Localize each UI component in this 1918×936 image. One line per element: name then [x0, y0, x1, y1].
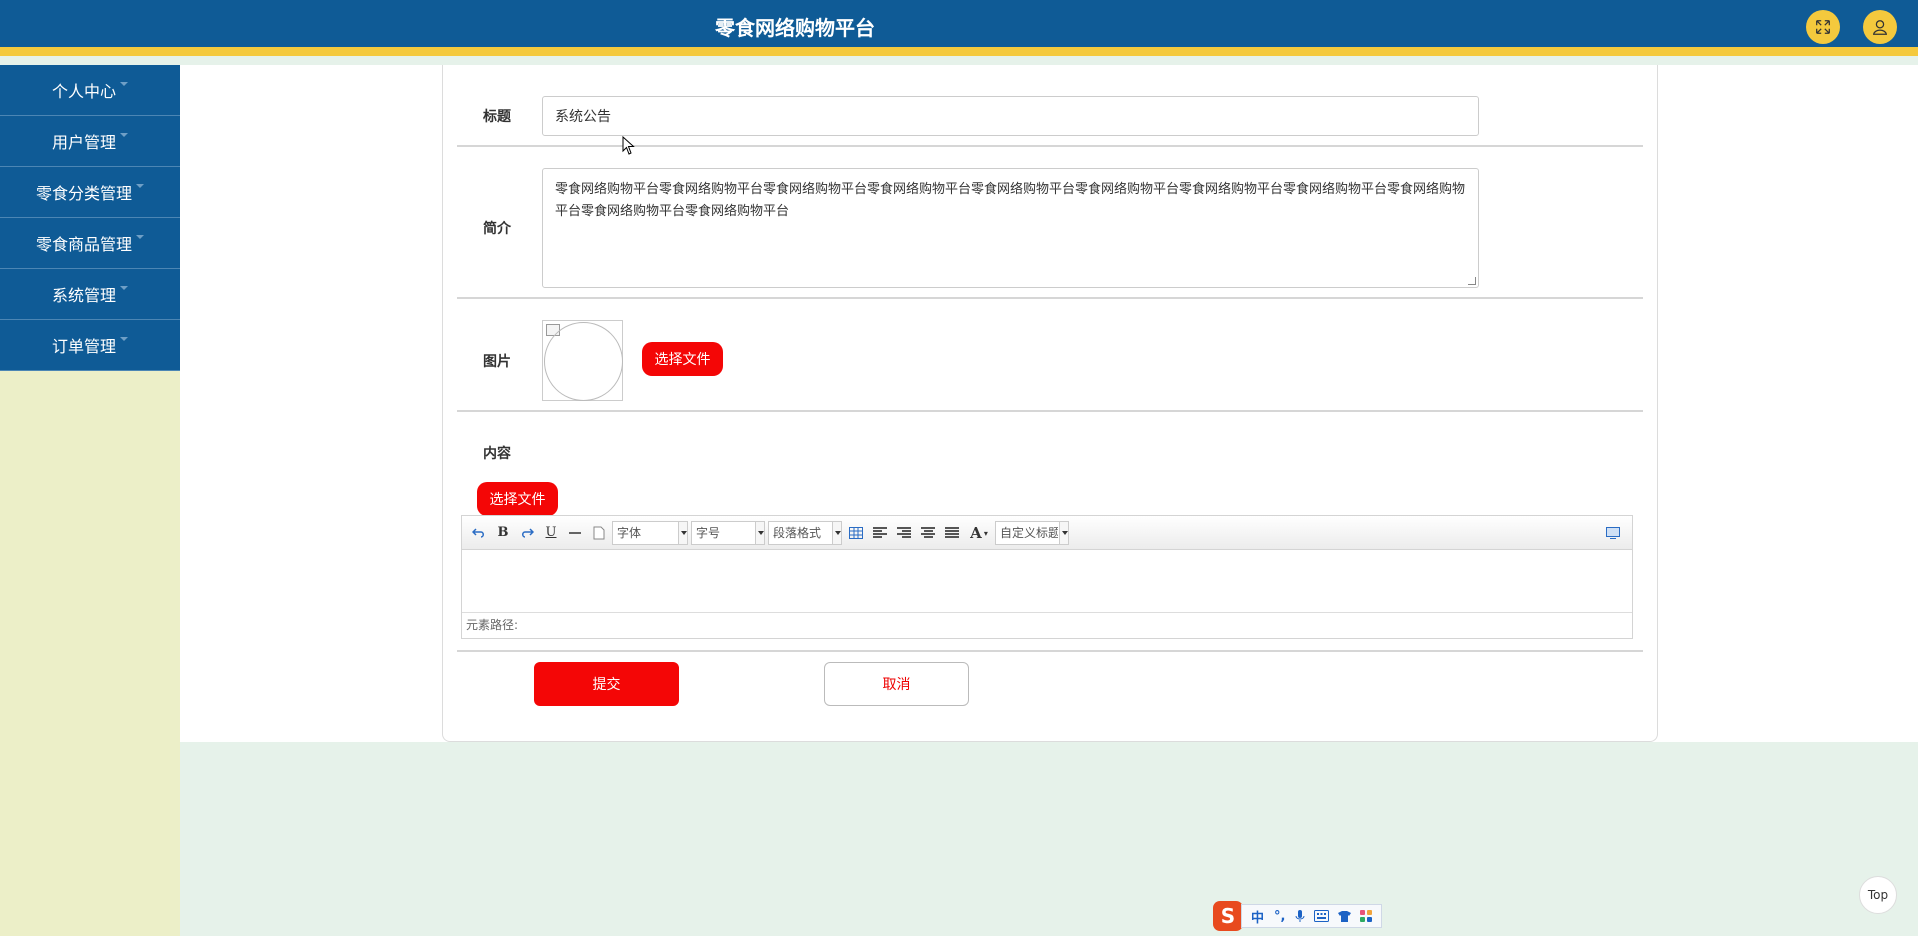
bold-icon[interactable]: B	[492, 522, 514, 544]
sidebar: 个人中心 用户管理 零食分类管理 零食商品管理 系统管理 订单管理	[0, 65, 180, 936]
content-choose-file-button[interactable]: 选择文件	[477, 482, 558, 516]
divider	[457, 650, 1643, 652]
submit-button[interactable]: 提交	[534, 662, 679, 706]
choose-file-button[interactable]: 选择文件	[642, 342, 723, 376]
title-label: 标题	[483, 109, 511, 125]
font-select[interactable]: 字体	[612, 520, 688, 545]
image-placeholder-circle	[544, 322, 623, 401]
content-label: 内容	[483, 446, 511, 462]
resize-handle[interactable]	[1468, 277, 1476, 285]
sidebar-item-label: 零食商品管理	[35, 235, 132, 254]
table-icon[interactable]	[845, 522, 867, 544]
chevron-down-icon	[832, 521, 841, 544]
ime-bar: 中 °,	[1241, 904, 1383, 928]
sidebar-item-label: 订单管理	[51, 337, 116, 356]
intro-label: 简介	[483, 221, 511, 237]
microphone-icon[interactable]	[1294, 909, 1306, 923]
form-card	[442, 65, 1658, 742]
rich-text-editor[interactable]: B U 字体 字号 段落格式 A ▾ 自定义标题 元素路径:	[461, 515, 1633, 639]
ime-mode-toggle[interactable]: 中	[1251, 907, 1264, 926]
skin-shirt-icon[interactable]	[1337, 910, 1352, 923]
chevron-down-icon	[755, 521, 764, 544]
paragraph-format-select[interactable]: 段落格式	[768, 520, 842, 545]
toolbox-grid-icon[interactable]	[1360, 909, 1373, 923]
font-color-icon[interactable]: A ▾	[965, 522, 993, 544]
sidebar-item-system-management[interactable]: 系统管理	[0, 269, 180, 320]
title-input[interactable]	[542, 96, 1479, 136]
user-button[interactable]	[1863, 10, 1897, 44]
sidebar-item-label: 用户管理	[51, 133, 116, 152]
chevron-down-icon	[136, 184, 144, 188]
font-select-value: 字体	[617, 526, 642, 540]
sidebar-item-category-management[interactable]: 零食分类管理	[0, 167, 180, 218]
document-icon[interactable]	[588, 522, 610, 544]
sidebar-item-personal-center[interactable]: 个人中心	[0, 65, 180, 116]
editor-body[interactable]	[462, 550, 1632, 612]
user-icon	[1872, 20, 1888, 35]
expand-icon	[1816, 20, 1830, 34]
sidebar-item-order-management[interactable]: 订单管理	[0, 320, 180, 371]
ime-punctuation-toggle[interactable]: °,	[1274, 909, 1285, 924]
preview-icon[interactable]	[1602, 522, 1624, 544]
chevron-down-icon	[120, 337, 128, 341]
divider	[457, 297, 1643, 299]
cancel-button[interactable]: 取消	[824, 662, 969, 706]
intro-textarea[interactable]: 零食网络购物平台零食网络购物平台零食网络购物平台零食网络购物平台零食网络购物平台…	[542, 168, 1479, 288]
header-stripe	[0, 47, 1918, 56]
sidebar-item-label: 系统管理	[51, 286, 116, 305]
sidebar-item-label: 零食分类管理	[35, 184, 132, 203]
sidebar-item-label: 个人中心	[51, 82, 116, 101]
paragraph-format-value: 段落格式	[773, 526, 822, 540]
sidebar-item-user-management[interactable]: 用户管理	[0, 116, 180, 167]
image-label: 图片	[483, 354, 511, 370]
font-size-select-value: 字号	[696, 526, 721, 540]
fullscreen-button[interactable]	[1806, 10, 1840, 44]
keyboard-icon[interactable]	[1314, 910, 1330, 922]
back-to-top-button[interactable]: Top	[1859, 876, 1897, 914]
editor-toolbar: B U 字体 字号 段落格式 A ▾ 自定义标题	[462, 516, 1632, 550]
chevron-down-icon	[120, 133, 128, 137]
intro-text: 零食网络购物平台零食网络购物平台零食网络购物平台零食网络购物平台零食网络购物平台…	[555, 182, 1466, 219]
sidebar-item-product-management[interactable]: 零食商品管理	[0, 218, 180, 269]
redo-icon[interactable]	[516, 522, 538, 544]
divider	[457, 410, 1643, 412]
chevron-down-icon	[120, 82, 128, 86]
chevron-down-icon	[1059, 521, 1068, 544]
horizontal-rule-icon[interactable]	[564, 522, 586, 544]
chevron-down-icon	[136, 235, 144, 239]
sogou-logo-icon[interactable]: S	[1213, 901, 1243, 931]
chevron-down-icon	[120, 286, 128, 290]
mouse-cursor-icon	[622, 136, 635, 155]
top-header: 零食网络购物平台	[0, 0, 1918, 56]
font-size-select[interactable]: 字号	[691, 520, 765, 545]
align-center-icon[interactable]	[917, 522, 939, 544]
align-justify-icon[interactable]	[941, 522, 963, 544]
custom-title-select[interactable]: 自定义标题	[995, 520, 1069, 545]
undo-icon[interactable]	[468, 522, 490, 544]
element-path-bar: 元素路径:	[462, 612, 1632, 638]
align-left-icon[interactable]	[869, 522, 891, 544]
custom-title-value: 自定义标题	[1000, 526, 1058, 540]
ime-toolbar: S 中 °,	[1213, 901, 1391, 931]
chevron-down-icon	[678, 521, 687, 544]
image-preview	[542, 320, 623, 401]
align-right-icon[interactable]	[893, 522, 915, 544]
underline-icon[interactable]: U	[540, 522, 562, 544]
